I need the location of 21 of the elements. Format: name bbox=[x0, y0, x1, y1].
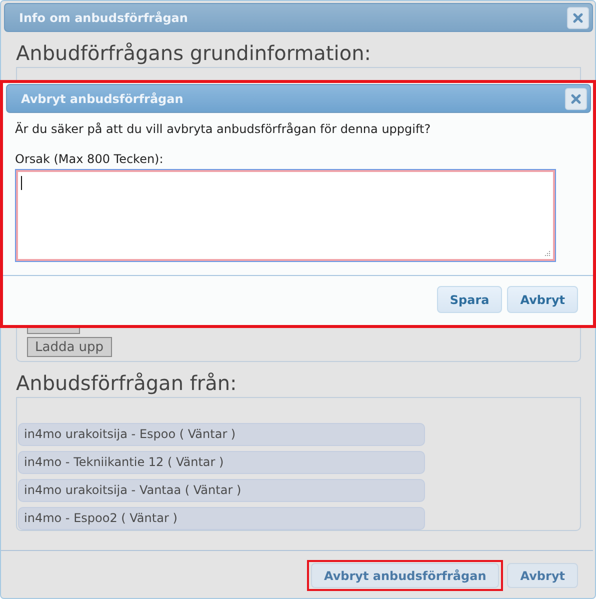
section-heading: Anbudförfrågans grundinformation: bbox=[16, 40, 371, 67]
close-icon bbox=[571, 94, 581, 104]
dialog-button[interactable]: Spara bbox=[436, 286, 502, 313]
footer-button[interactable]: Avbryt anbudsförfrågan bbox=[310, 563, 500, 588]
dialog-button[interactable]: Avbryt bbox=[507, 286, 578, 313]
request-item[interactable]: in4mo urakoitsija - Vantaa ( Väntar ) bbox=[18, 479, 425, 502]
close-button[interactable] bbox=[567, 6, 589, 28]
request-item[interactable]: in4mo - Espoo2 ( Väntar ) bbox=[18, 507, 425, 530]
confirmation-question: Är du säker på att du vill avbryta anbudsförfrågan för denna uppgift? bbox=[15, 122, 431, 136]
footer-button[interactable]: Avbryt bbox=[507, 563, 578, 588]
close-button[interactable] bbox=[565, 88, 587, 110]
request-item[interactable]: in4mo urakoitsija - Espoo ( Väntar ) bbox=[18, 423, 425, 446]
upload-button[interactable]: Ladda upp bbox=[27, 337, 112, 357]
dialog-title: Avbryt anbudsförfrågan bbox=[21, 92, 184, 106]
reason-field[interactable] bbox=[15, 169, 556, 262]
section-heading: Anbudsförfrågan från: bbox=[16, 370, 237, 397]
text-cursor bbox=[21, 176, 22, 190]
reason-label: Orsak (Max 800 Tecken): bbox=[15, 152, 164, 166]
request-item[interactable]: in4mo - Tekniikantie 12 ( Väntar ) bbox=[18, 451, 425, 474]
window-title: Info om anbudsförfrågan bbox=[19, 10, 188, 24]
close-icon bbox=[573, 12, 583, 22]
